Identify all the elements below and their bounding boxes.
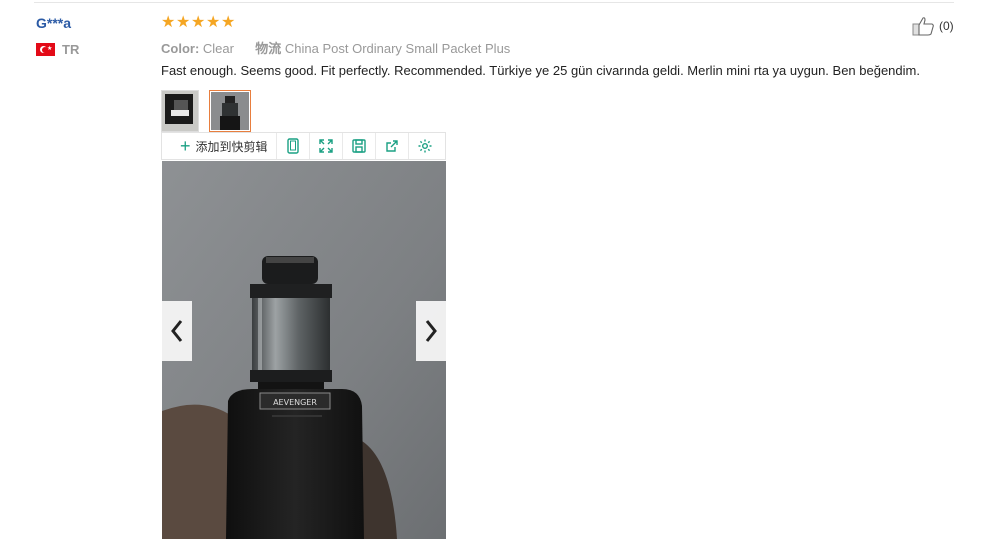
country-code: TR — [62, 42, 80, 57]
save-button[interactable] — [343, 133, 376, 159]
photo-thumbnail[interactable] — [161, 90, 199, 132]
top-divider — [34, 2, 954, 3]
helpful-button[interactable]: (0) — [912, 16, 954, 36]
photo-thumbnail-selected[interactable] — [209, 90, 251, 132]
review-text: Fast enough. Seems good. Fit perfectly. … — [161, 63, 920, 78]
reviewer-name: G***a — [36, 15, 72, 31]
shipping-label: 物流 — [255, 41, 282, 56]
review-photo-viewer: AEVENGER — [162, 161, 446, 539]
image-toolbar: + 添加到快剪辑 — [161, 132, 446, 160]
share-icon — [385, 140, 398, 152]
phone-icon — [286, 138, 299, 154]
photo-thumbnails — [161, 90, 261, 132]
save-icon — [351, 139, 366, 153]
fullscreen-button[interactable] — [310, 133, 343, 159]
reviewer-country: ★ TR — [36, 42, 79, 57]
star-icon: ★ — [191, 14, 206, 31]
star-icon: ★ — [206, 14, 221, 31]
rating-stars: ★ ★ ★ ★ ★ — [161, 14, 236, 32]
next-photo-button[interactable] — [416, 301, 446, 361]
chevron-right-icon — [425, 320, 437, 342]
add-to-clip-label: 添加到快剪辑 — [195, 139, 268, 154]
plus-icon: + — [180, 136, 191, 156]
turkey-flag-icon: ★ — [36, 43, 55, 56]
expand-icon — [318, 139, 333, 153]
review-photo: AEVENGER — [162, 161, 446, 539]
color-label: Color: — [161, 41, 200, 56]
helpful-count: (0) — [939, 19, 954, 33]
star-icon: ★ — [221, 14, 236, 31]
star-icon: ★ — [161, 14, 176, 31]
settings-button[interactable] — [409, 133, 441, 159]
star-icon: ★ — [176, 14, 191, 31]
previous-photo-button[interactable] — [162, 301, 192, 361]
chevron-left-icon — [171, 320, 183, 342]
add-to-clip-button[interactable]: + 添加到快剪辑 — [162, 133, 277, 159]
share-button[interactable] — [376, 133, 409, 159]
device-label: AEVENGER — [273, 398, 317, 407]
phone-view-button[interactable] — [277, 133, 310, 159]
thumbs-up-icon — [912, 17, 934, 36]
gear-icon — [418, 139, 432, 153]
color-value: Clear — [202, 41, 234, 56]
shipping-value: China Post Ordinary Small Packet Plus — [284, 41, 511, 56]
review-meta: Color: Clear 物流 China Post Ordinary Smal… — [161, 38, 510, 57]
